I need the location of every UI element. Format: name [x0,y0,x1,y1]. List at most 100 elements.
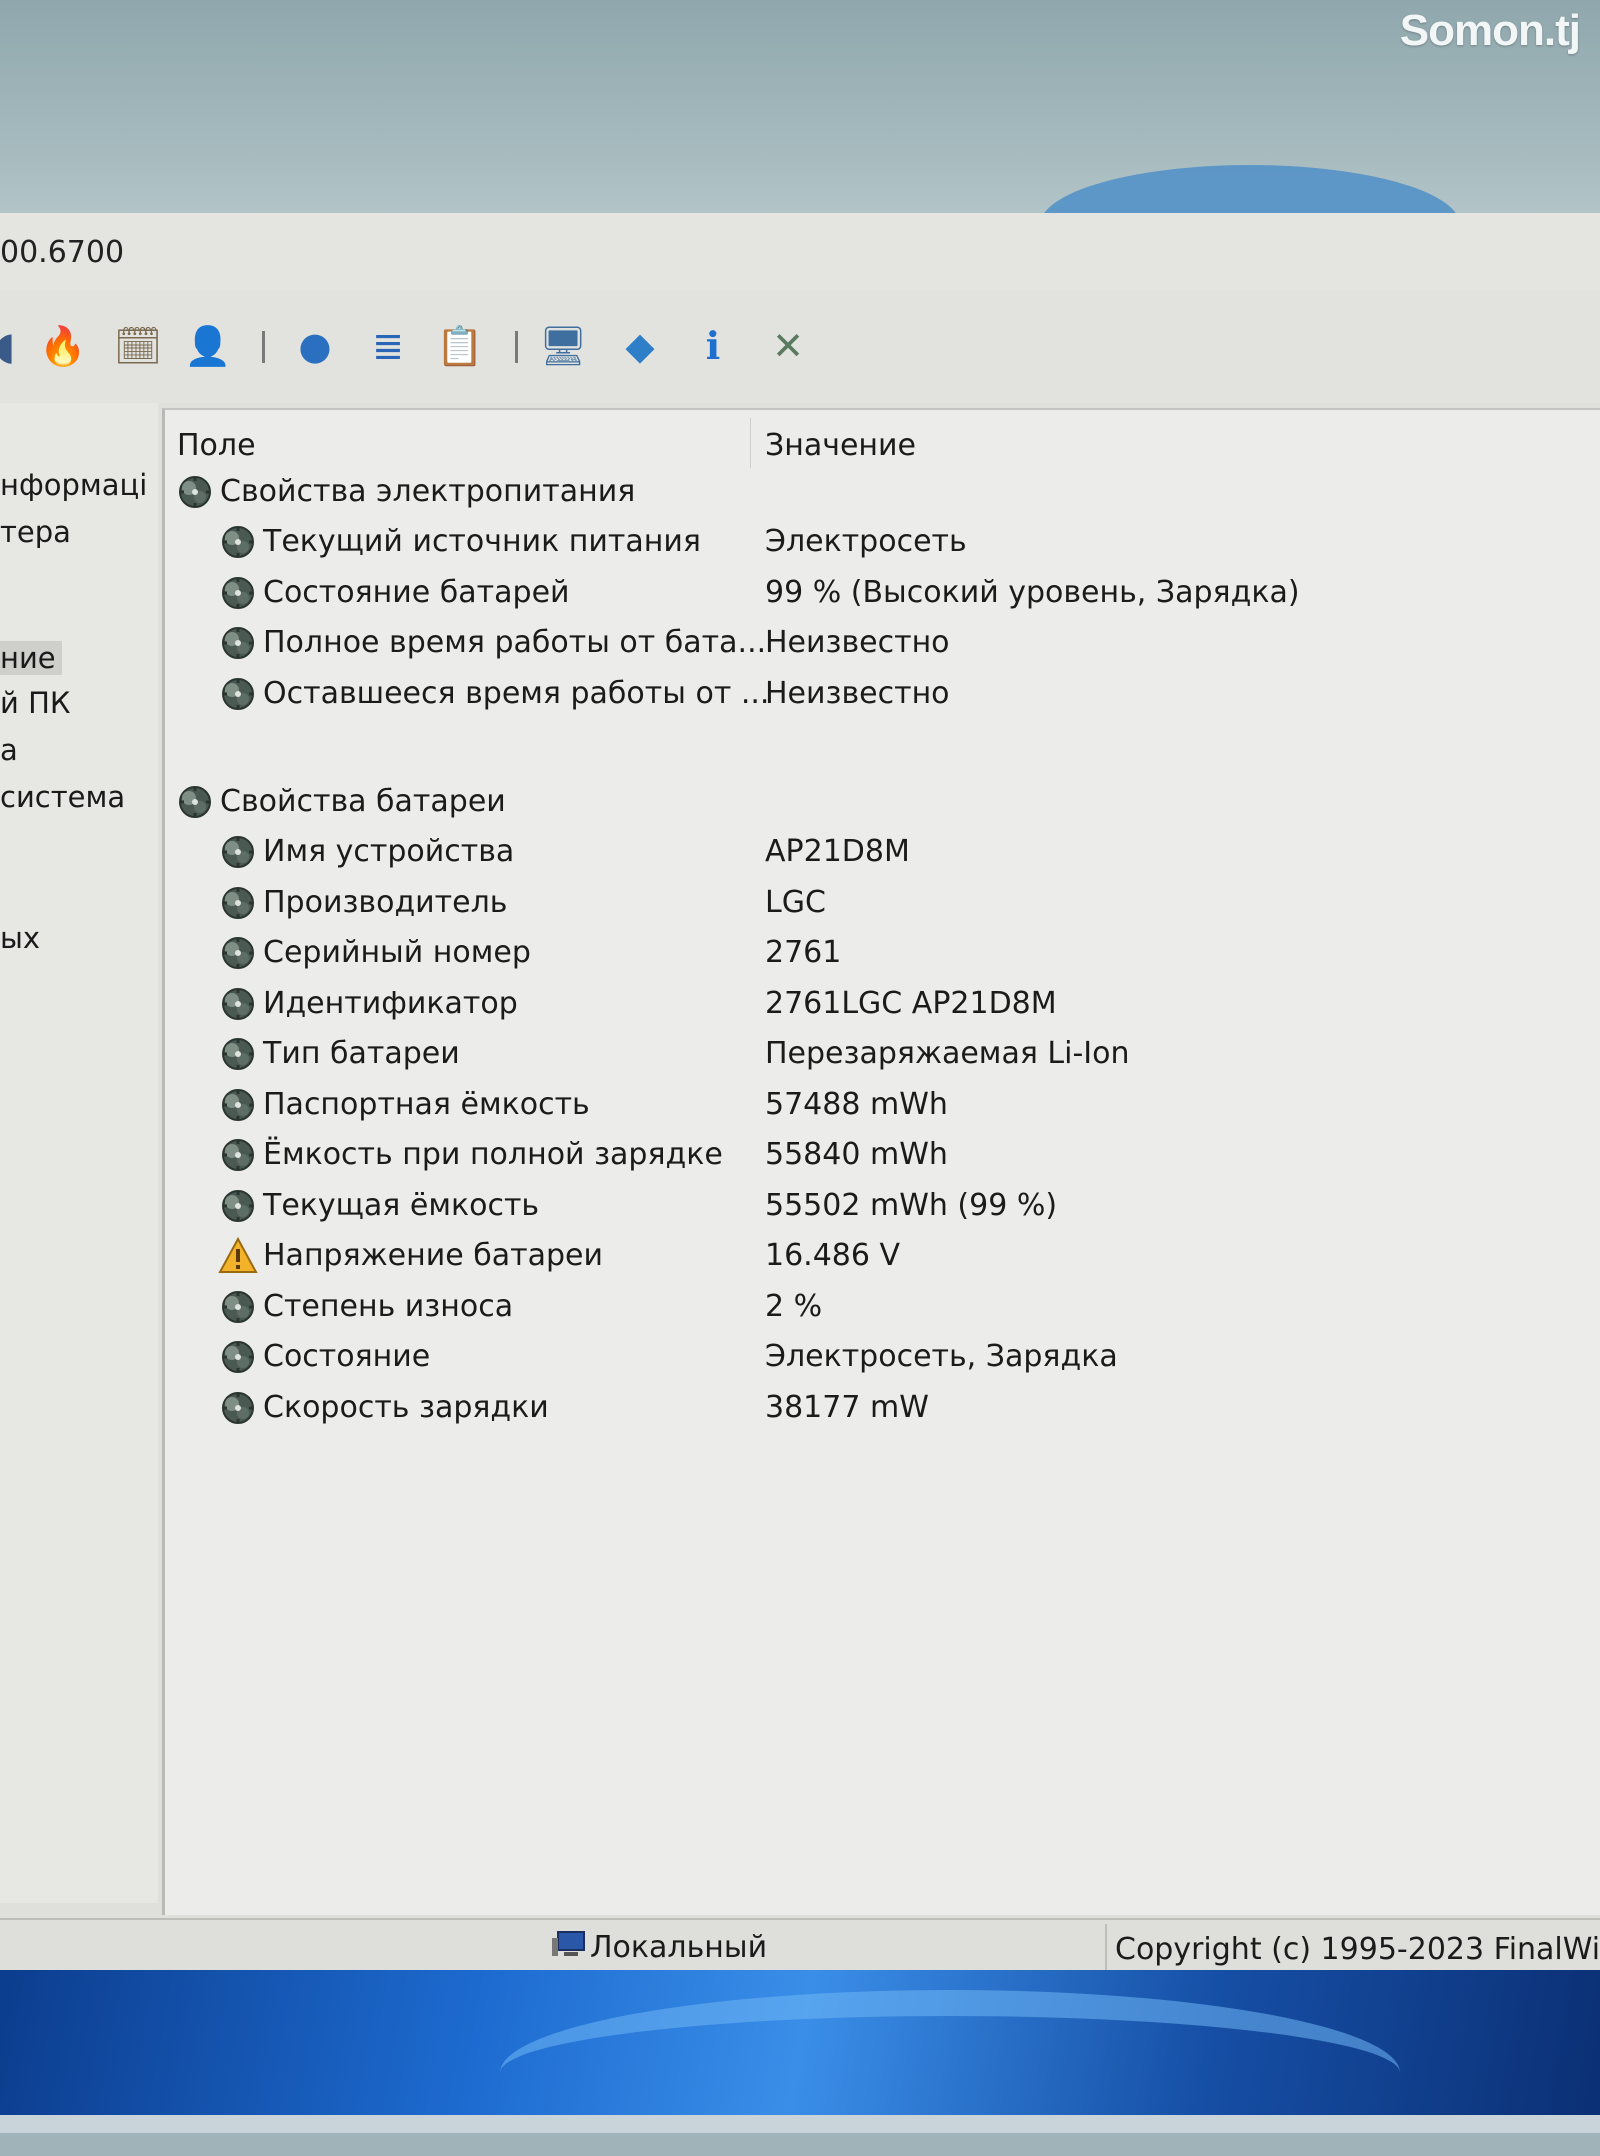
tools-icon[interactable]: ✕ [765,323,811,369]
property-row[interactable]: Текущая ёмкость 55502 mWh (99 %) [165,1182,1600,1232]
group-title: Свойства батареи [220,784,506,819]
status-mode: Локальный [590,1930,768,1965]
gear-icon [218,1034,258,1074]
property-value: Электросеть [765,524,967,559]
sidebar-item[interactable]: ние [0,641,62,675]
gear-icon [218,1186,258,1226]
property-row[interactable]: Состояние Электросеть, Зарядка [165,1333,1600,1383]
property-row[interactable]: Напряжение батареи 16.486 V [165,1232,1600,1282]
property-row[interactable]: Имя устройства AP21D8M [165,828,1600,878]
gear-icon [218,832,258,872]
gear-icon [218,1388,258,1428]
gear-icon [175,782,215,822]
property-row[interactable]: Паспортная ёмкость 57488 mWh [165,1081,1600,1131]
sidebar-item[interactable]: тера [0,515,71,549]
property-value: 38177 mW [765,1390,929,1425]
column-header-field[interactable]: Поле [177,428,256,463]
property-value: Перезаряжаемая Li-Ion [765,1036,1130,1071]
property-field: Оставшееся время работы от ... [263,676,770,711]
globe-icon[interactable]: ● [292,323,338,369]
property-value: 16.486 V [765,1238,901,1273]
gear-icon [218,1337,258,1377]
sidebar-item[interactable]: нформаці [0,468,147,502]
property-row[interactable]: Скорость зарядки 38177 mW [165,1384,1600,1434]
property-value: 2761 [765,935,842,970]
gear-icon [218,984,258,1024]
property-field: Производитель [263,885,508,920]
property-row[interactable]: Производитель LGC [165,879,1600,929]
property-value: Электросеть, Зарядка [765,1339,1118,1374]
gear-icon [218,933,258,973]
property-field: Состояние батарей [263,575,570,610]
property-row[interactable]: Ёмкость при полной зарядке 55840 mWh [165,1131,1600,1181]
property-row[interactable]: Тип батареи Перезаряжаемая Li-Ion [165,1030,1600,1080]
sidebar-item[interactable]: а [0,733,18,767]
property-value: 55840 mWh [765,1137,948,1172]
monitor-report-icon[interactable]: 🖥 [539,323,587,369]
toolbar-separator [515,331,518,363]
gear-icon [175,472,215,512]
taskbar [0,2115,1600,2133]
group-row[interactable]: Свойства батареи [165,778,1600,828]
property-field: Полное время работы от бата... [263,625,767,660]
property-field: Степень износа [263,1289,514,1324]
flame-icon[interactable]: 🔥 [39,323,86,369]
status-bar: Локальный Copyright (c) 1995-2023 FinalW… [0,1918,1600,1977]
property-field: Скорость зарядки [263,1390,549,1425]
group-row[interactable]: Свойства электропитания [165,468,1600,518]
desktop-background-bottom [0,1970,1600,2133]
app-window: 00.6700 ◖ 🔥 🗓 👤 ● ≣ 📋 🖥 ◆ ℹ ✕ нформаці тера ние й ПК а… [0,213,1600,1977]
property-row[interactable]: Серийный номер 2761 [165,929,1600,979]
property-value: Неизвестно [765,625,950,660]
watermark: Somon.tj [1399,6,1581,55]
gear-icon [218,1135,258,1175]
task-scheduler-icon[interactable]: 🗓 [114,323,162,369]
gear-icon [218,1287,258,1327]
details-panel: Поле Значение Свойства электропитания Тек… [162,408,1600,1915]
window-title: 00.6700 [0,235,125,270]
property-row[interactable]: Оставшееся время работы от ... Неизвестно [165,670,1600,720]
gear-icon [218,623,258,663]
sidebar-item[interactable]: ых [0,921,40,955]
property-field: Состояние [263,1339,431,1374]
gear-icon [218,573,258,613]
property-field: Серийный номер [263,935,531,970]
database-icon[interactable]: ≣ [365,323,411,369]
user-icon[interactable]: 👤 [184,323,231,369]
property-field: Идентификатор [263,986,518,1021]
property-row[interactable]: Полное время работы от бата... Неизвестно [165,619,1600,669]
gear-icon [218,522,258,562]
network-icon[interactable]: ◆ [617,323,663,369]
sidebar-item[interactable]: й ПК [0,686,70,720]
title-bar: 00.6700 [0,213,1600,291]
property-value: 99 % (Высокий уровень, Зарядка) [765,575,1300,610]
report-icon[interactable]: 📋 [436,323,483,369]
gear-icon [218,883,258,923]
property-value: 2761LGC AP21D8M [765,986,1057,1021]
group-title: Свойства электропитания [220,474,636,509]
property-field: Ёмкость при полной зарядке [263,1137,723,1172]
property-value: 57488 mWh [765,1087,948,1122]
column-header-value[interactable]: Значение [765,428,916,463]
toolbar-separator [262,331,265,363]
property-value: 2 % [765,1289,823,1324]
property-row[interactable]: Идентификатор 2761LGC AP21D8M [165,980,1600,1030]
toolbar: ◖ 🔥 🗓 👤 ● ≣ 📋 🖥 ◆ ℹ ✕ [0,291,1600,403]
status-divider [1105,1924,1107,1972]
navigation-tree[interactable]: нформаці тера ние й ПК а система ых [0,403,158,1903]
status-copyright: Copyright (c) 1995-2023 FinalWire [1115,1932,1600,1967]
property-row[interactable]: Состояние батарей 99 % (Высокий уровень, … [165,569,1600,619]
property-row[interactable]: Степень износа 2 % [165,1283,1600,1333]
info-icon[interactable]: ℹ [690,323,736,369]
property-field: Тип батареи [263,1036,460,1071]
column-divider[interactable] [750,418,751,468]
sidebar-item[interactable]: система [0,780,125,814]
gear-icon [218,1085,258,1125]
desktop-background-top [0,0,1600,285]
property-field: Текущая ёмкость [263,1188,540,1223]
gear-icon [218,674,258,714]
warning-icon [218,1236,258,1276]
partial-icon[interactable]: ◖ [0,323,28,369]
property-row[interactable]: Текущий источник питания Электросеть [165,518,1600,568]
computer-icon [552,1931,585,1956]
